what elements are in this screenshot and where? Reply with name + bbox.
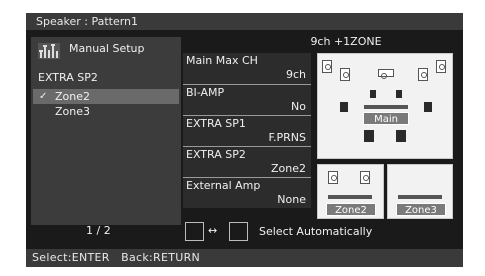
setting-value: 9ch	[285, 68, 306, 81]
settings-panel: Main Max CH 9ch BI-AMP No EXTRA SP1 F.PR…	[183, 53, 311, 208]
setting-label: External Amp	[186, 179, 261, 192]
center-speaker-icon	[378, 69, 394, 79]
setting-extra-sp2: EXTRA SP2 Zone2	[183, 146, 311, 176]
front-height-left-speaker-icon	[322, 60, 332, 73]
sb-right-speaker-icon	[396, 90, 402, 98]
surround-left-speaker-icon	[340, 102, 348, 112]
title-bar: Speaker : Pattern1	[26, 13, 463, 30]
zone3-label: Zone3	[396, 203, 446, 216]
source-box	[185, 222, 204, 241]
main-zone-diagram: Main	[317, 53, 453, 159]
sb-left-speaker-icon	[370, 90, 376, 98]
front-right-speaker-icon	[418, 68, 428, 81]
listening-position-icon	[364, 105, 408, 109]
config-header: 9ch +1ZONE	[310, 35, 382, 48]
target-box	[229, 222, 248, 241]
zone2-listening-icon	[328, 195, 372, 199]
zone2-left-speaker-icon	[328, 171, 338, 184]
status-text: Select:ENTER Back:RETURN	[32, 251, 201, 264]
manual-setup-icon	[38, 43, 60, 59]
select-automatically-label: Select Automatically	[259, 225, 373, 238]
setting-extra-sp1: EXTRA SP1 F.PRNS	[183, 115, 311, 145]
setting-label: EXTRA SP1	[186, 117, 246, 130]
option-zone2[interactable]: ✓ Zone2	[33, 89, 179, 104]
setting-value: F.PRNS	[268, 131, 306, 144]
zone2-right-speaker-icon	[360, 171, 370, 184]
setting-label: Main Max CH	[186, 54, 258, 67]
setting-label: EXTRA SP2	[186, 148, 246, 161]
zone3-listening-icon	[398, 195, 442, 199]
surround-right-speaker-icon	[424, 102, 432, 112]
setting-value: Zone2	[270, 162, 306, 175]
status-bar: Select:ENTER Back:RETURN	[26, 249, 463, 267]
setting-bi-amp: BI-AMP No	[183, 84, 311, 114]
manual-setup-heading: Manual Setup	[69, 42, 145, 55]
extra-sp2-heading: EXTRA SP2	[38, 71, 98, 84]
setting-value: None	[277, 193, 306, 206]
setting-main-max-ch: Main Max CH 9ch	[183, 53, 311, 83]
zone2-diagram: Zone2	[317, 164, 384, 219]
swap-arrow-icon: ↔	[208, 224, 218, 237]
setting-label: BI-AMP	[186, 86, 225, 99]
screen: Speaker : Pattern1 Manual Setup EXTRA SP…	[26, 13, 463, 267]
zone2-label: Zone2	[326, 203, 376, 216]
front-left-speaker-icon	[340, 68, 350, 81]
page-title: Speaker : Pattern1	[36, 15, 139, 28]
check-icon: ✓	[39, 91, 48, 102]
page-indicator: 1 / 2	[86, 224, 111, 237]
setting-external-amp: External Amp None	[183, 177, 311, 207]
front-height-right-speaker-icon	[436, 60, 446, 73]
option-zone3[interactable]: Zone3	[33, 104, 179, 119]
option-label: Zone2	[55, 90, 91, 103]
select-automatically[interactable]: ↔ Select Automatically	[183, 222, 453, 246]
setting-value: No	[291, 100, 306, 113]
main-zone-label: Main	[363, 112, 409, 125]
left-panel: Manual Setup EXTRA SP2 ✓ Zone2 Zone3	[31, 37, 181, 225]
zone3-diagram: Zone3	[387, 164, 453, 219]
option-label: Zone3	[55, 105, 91, 118]
surround-back-left-speaker-icon	[364, 130, 374, 142]
surround-back-right-speaker-icon	[396, 130, 406, 142]
